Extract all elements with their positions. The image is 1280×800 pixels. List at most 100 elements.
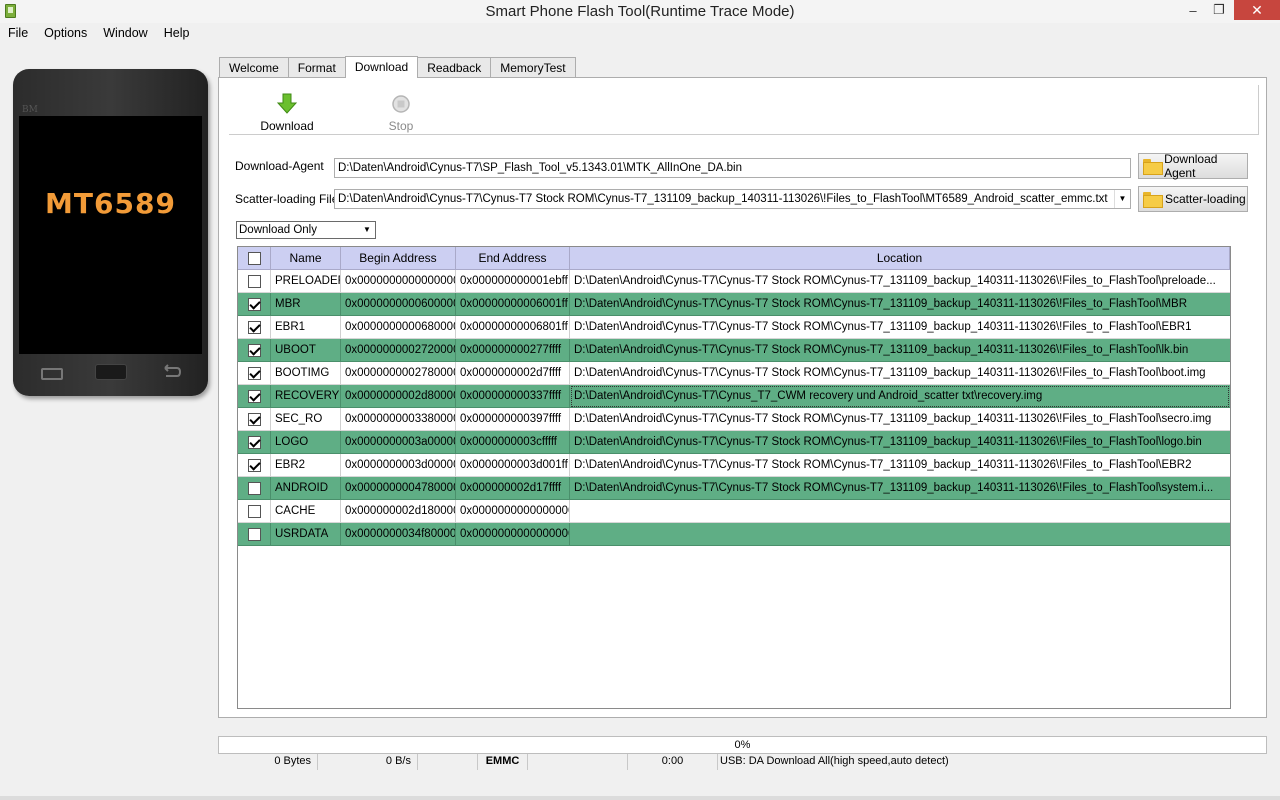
table-row[interactable]: EBR1 0x0000000000680000 0x00000000006801ff…	[238, 316, 1230, 339]
row-checkbox[interactable]	[247, 435, 261, 449]
header-name[interactable]: Name	[271, 247, 341, 270]
end-address[interactable]: 0x000000002d17ffff	[456, 477, 570, 500]
begin-address[interactable]: 0x0000000002d80000	[341, 385, 456, 408]
begin-address[interactable]: 0x0000000034f80000	[341, 523, 456, 546]
row-checkbox[interactable]	[247, 527, 261, 541]
begin-address[interactable]: 0x0000000004780000	[341, 477, 456, 500]
end-address[interactable]: 0x0000000003cfffff	[456, 431, 570, 454]
tab-welcome[interactable]: Welcome	[219, 57, 289, 78]
row-checkbox[interactable]	[247, 320, 261, 334]
row-checkbox-cell[interactable]	[238, 339, 271, 362]
begin-address[interactable]: 0x0000000000600000	[341, 293, 456, 316]
row-checkbox[interactable]	[247, 343, 261, 357]
row-checkbox[interactable]	[247, 481, 261, 495]
minimize-button[interactable]: –	[1180, 0, 1206, 20]
chevron-down-icon[interactable]: ▼	[359, 222, 375, 238]
partition-name[interactable]: CACHE	[271, 500, 341, 523]
end-address[interactable]: 0x000000000397ffff	[456, 408, 570, 431]
table-row[interactable]: CACHE 0x000000002d180000 0x000000000000000…	[238, 500, 1230, 523]
row-checkbox-cell[interactable]	[238, 385, 271, 408]
begin-address[interactable]: 0x0000000003d00000	[341, 454, 456, 477]
table-row[interactable]: PRELOADER 0x0000000000000000 0x00000000000…	[238, 270, 1230, 293]
end-address[interactable]: 0x0000000002d7ffff	[456, 362, 570, 385]
file-location[interactable]: D:\Daten\Android\Cynus-T7\Cynus-T7 Stock…	[570, 431, 1230, 454]
row-checkbox-cell[interactable]	[238, 293, 271, 316]
end-address[interactable]: 0x0000000000000000	[456, 523, 570, 546]
file-location[interactable]: D:\Daten\Android\Cynus-T7\Cynus-T7 Stock…	[570, 408, 1230, 431]
end-address[interactable]: 0x000000000277ffff	[456, 339, 570, 362]
row-checkbox[interactable]	[247, 366, 261, 380]
row-checkbox[interactable]	[247, 412, 261, 426]
close-button[interactable]: ✕	[1234, 0, 1280, 20]
row-checkbox[interactable]	[247, 274, 261, 288]
download-agent-field[interactable]: D:\Daten\Android\Cynus-T7\SP_Flash_Tool_…	[334, 158, 1131, 178]
begin-address[interactable]: 0x0000000000000000	[341, 270, 456, 293]
end-address[interactable]: 0x0000000000000000	[456, 500, 570, 523]
end-address[interactable]: 0x000000000001ebff	[456, 270, 570, 293]
file-location[interactable]: D:\Daten\Android\Cynus-T7\Cynus-T7 Stock…	[570, 339, 1230, 362]
begin-address[interactable]: 0x0000000003380000	[341, 408, 456, 431]
row-checkbox-cell[interactable]	[238, 408, 271, 431]
chevron-down-icon[interactable]: ▼	[1114, 190, 1130, 208]
partition-name[interactable]: ANDROID	[271, 477, 341, 500]
download-agent-button[interactable]: Download Agent	[1138, 152, 1248, 180]
end-address[interactable]: 0x0000000003d001ff	[456, 454, 570, 477]
file-location[interactable]: D:\Daten\Android\Cynus-T7\Cynus-T7 Stock…	[570, 477, 1230, 500]
row-checkbox-cell[interactable]	[238, 316, 271, 339]
menu-window[interactable]: Window	[95, 23, 155, 44]
begin-address[interactable]: 0x0000000002780000	[341, 362, 456, 385]
tab-memorytest[interactable]: MemoryTest	[490, 57, 576, 78]
table-row[interactable]: RECOVERY 0x0000000002d80000 0x000000000337…	[238, 385, 1230, 408]
stop-button[interactable]: Stop	[371, 93, 431, 133]
tab-format[interactable]: Format	[287, 57, 346, 78]
scatter-file-combo[interactable]: D:\Daten\Android\Cynus-T7\Cynus-T7 Stock…	[334, 189, 1131, 209]
partition-name[interactable]: EBR1	[271, 316, 341, 339]
begin-address[interactable]: 0x0000000003a00000	[341, 431, 456, 454]
file-location[interactable]: D:\Daten\Android\Cynus-T7\Cynus-T7 Stock…	[570, 454, 1230, 477]
table-row[interactable]: SEC_RO 0x0000000003380000 0x000000000397ff…	[238, 408, 1230, 431]
table-row[interactable]: MBR 0x0000000000600000 0x00000000006001ff D…	[238, 293, 1230, 316]
table-row[interactable]: ANDROID 0x0000000004780000 0x000000002d17f…	[238, 477, 1230, 500]
file-location[interactable]: D:\Daten\Android\Cynus-T7\Cynus-T7 Stock…	[570, 316, 1230, 339]
row-checkbox[interactable]	[247, 297, 261, 311]
download-button[interactable]: Download	[257, 93, 317, 133]
row-checkbox-cell[interactable]	[238, 362, 271, 385]
partition-name[interactable]: UBOOT	[271, 339, 341, 362]
begin-address[interactable]: 0x000000002d180000	[341, 500, 456, 523]
table-row[interactable]: BOOTIMG 0x0000000002780000 0x0000000002d7f…	[238, 362, 1230, 385]
table-row[interactable]: UBOOT 0x0000000002720000 0x000000000277fff…	[238, 339, 1230, 362]
file-location[interactable]	[570, 523, 1230, 546]
tab-download[interactable]: Download	[344, 56, 419, 78]
download-mode-select[interactable]: Download Only ▼	[236, 221, 376, 239]
end-address[interactable]: 0x00000000006001ff	[456, 293, 570, 316]
row-checkbox[interactable]	[247, 458, 261, 472]
header-end-address[interactable]: End Address	[456, 247, 570, 270]
table-row[interactable]: USRDATA 0x0000000034f80000 0x0000000000000…	[238, 523, 1230, 546]
row-checkbox[interactable]	[247, 389, 261, 403]
scatter-loading-button[interactable]: Scatter-loading	[1138, 186, 1248, 212]
begin-address[interactable]: 0x0000000002720000	[341, 339, 456, 362]
file-location[interactable]: D:\Daten\Android\Cynus-T7\Cynus-T7 Stock…	[570, 270, 1230, 293]
end-address[interactable]: 0x000000000337ffff	[456, 385, 570, 408]
row-checkbox-cell[interactable]	[238, 523, 271, 546]
file-location[interactable]: D:\Daten\Android\Cynus-T7\Cynus_T7_CWM r…	[570, 385, 1230, 408]
table-row[interactable]: EBR2 0x0000000003d00000 0x0000000003d001ff…	[238, 454, 1230, 477]
partition-name[interactable]: EBR2	[271, 454, 341, 477]
row-checkbox[interactable]	[247, 504, 261, 518]
partition-name[interactable]: RECOVERY	[271, 385, 341, 408]
menu-file[interactable]: File	[0, 23, 36, 44]
row-checkbox-cell[interactable]	[238, 477, 271, 500]
table-row[interactable]: LOGO 0x0000000003a00000 0x0000000003cfffff…	[238, 431, 1230, 454]
partition-name[interactable]: BOOTIMG	[271, 362, 341, 385]
row-checkbox-cell[interactable]	[238, 500, 271, 523]
row-checkbox-cell[interactable]	[238, 454, 271, 477]
partition-name[interactable]: USRDATA	[271, 523, 341, 546]
row-checkbox-cell[interactable]	[238, 431, 271, 454]
header-location[interactable]: Location	[570, 247, 1230, 270]
partition-name[interactable]: SEC_RO	[271, 408, 341, 431]
header-begin-address[interactable]: Begin Address	[341, 247, 456, 270]
partition-name[interactable]: LOGO	[271, 431, 341, 454]
begin-address[interactable]: 0x0000000000680000	[341, 316, 456, 339]
row-checkbox-cell[interactable]	[238, 270, 271, 293]
file-location[interactable]: D:\Daten\Android\Cynus-T7\Cynus-T7 Stock…	[570, 293, 1230, 316]
